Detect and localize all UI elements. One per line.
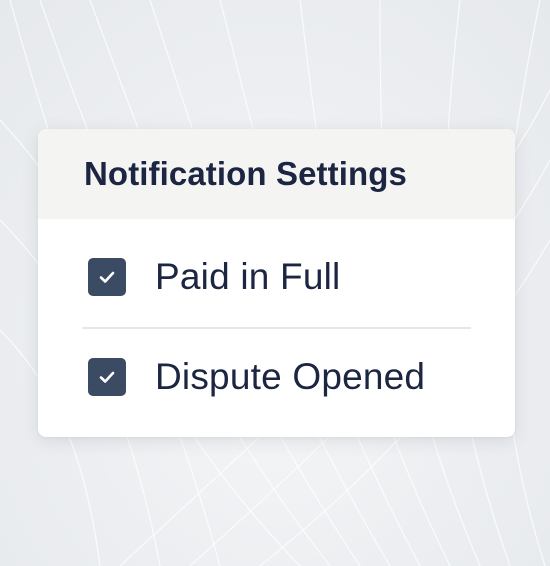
checkmark-icon (99, 271, 115, 283)
checkmark-icon (99, 371, 115, 383)
dispute-opened-checkbox[interactable] (88, 358, 126, 396)
card-body: Paid in Full Dispute Opened (38, 219, 515, 425)
setting-row-paid-in-full[interactable]: Paid in Full (84, 219, 469, 327)
setting-row-dispute-opened[interactable]: Dispute Opened (84, 329, 469, 425)
dispute-opened-label[interactable]: Dispute Opened (155, 356, 425, 398)
card-title: Notification Settings (84, 155, 407, 192)
notification-settings-card: Notification Settings Paid in Full Dispu… (38, 129, 515, 437)
card-header: Notification Settings (38, 129, 515, 219)
paid-in-full-checkbox[interactable] (88, 258, 126, 296)
paid-in-full-label[interactable]: Paid in Full (155, 256, 340, 298)
